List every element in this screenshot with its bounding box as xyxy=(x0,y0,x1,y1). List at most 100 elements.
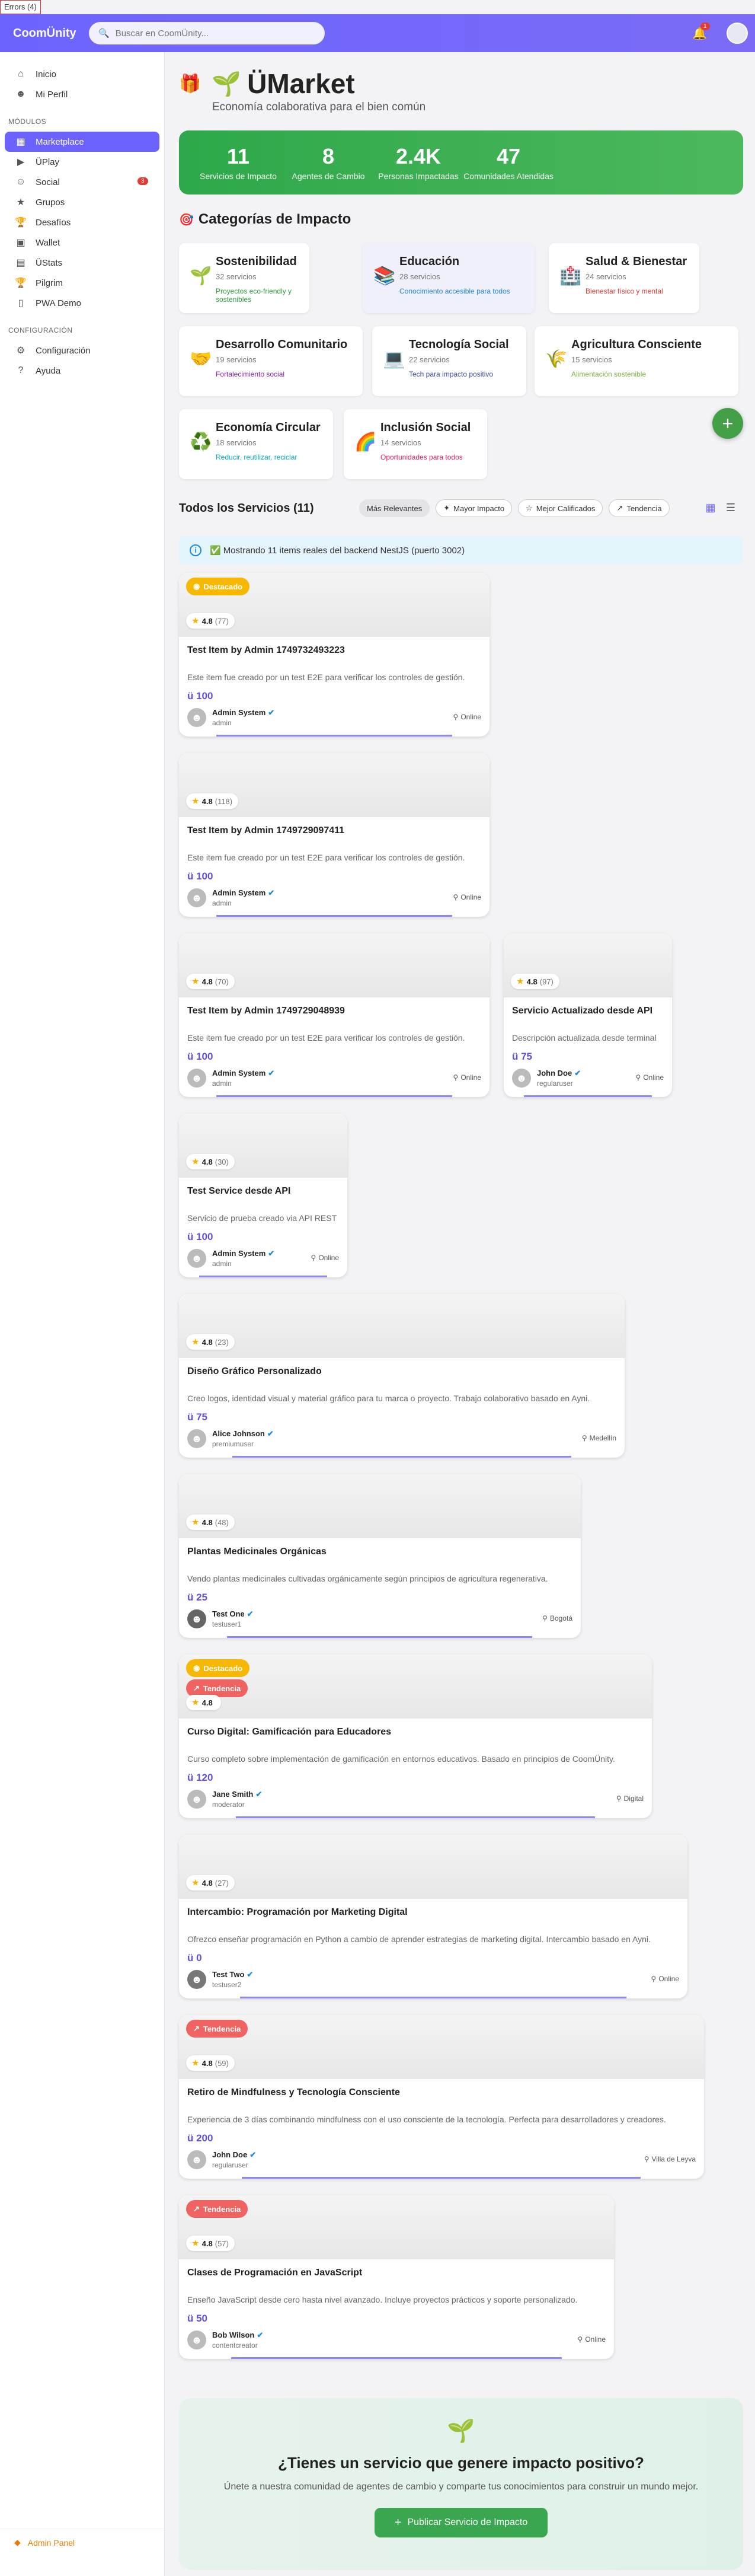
notifications-badge: 1 xyxy=(700,23,710,30)
star-icon: ★ xyxy=(192,1157,199,1166)
service-card[interactable]: ★ 4.8 (48) Plantas Medicinales Orgánicas Ven… xyxy=(179,1474,581,1638)
sidebar-item-grupos[interactable]: ★ Grupos xyxy=(0,192,164,212)
sidebar-item-wallet[interactable]: ▣ Wallet xyxy=(0,232,164,253)
sidebar-item-label: ÜStats xyxy=(36,257,63,268)
sidebar-item-desafios[interactable]: 🏆 Desafíos xyxy=(0,212,164,232)
sort-trend-button[interactable]: ↗ Tendencia xyxy=(609,499,670,517)
service-card[interactable]: ◉ Destacado ↗ Tendencia ★ 4.8 Curso Digital: G… xyxy=(179,1654,652,1818)
provider-avatar: ☻ xyxy=(187,1790,206,1809)
sidebar-item-social[interactable]: ☺ Social 3 xyxy=(0,172,164,192)
category-card[interactable]: 📚 Educación 28 servicios Conocimiento acces… xyxy=(363,243,535,313)
category-card[interactable]: 🏥 Salud & Bienestar 24 servicios Bienestar … xyxy=(549,243,699,313)
service-title[interactable]: Retiro de Mindfulness y Tecnología Consc… xyxy=(187,2087,400,2098)
rating-chip: ★ 4.8 (57) xyxy=(186,2236,235,2251)
sidebar-item-ustats[interactable]: ▤ ÜStats xyxy=(0,253,164,273)
sidebar-item-marketplace[interactable]: ▦ Marketplace xyxy=(5,132,159,152)
category-name: Economía Circular xyxy=(216,421,321,434)
verified-icon: ✔ xyxy=(268,708,275,717)
service-location: ⚲ Bogotá xyxy=(542,1614,572,1622)
service-card[interactable]: ★ 4.8 (70) Test Item by Admin 1749729048939… xyxy=(179,933,490,1097)
service-title[interactable]: Clases de Programación en JavaScript xyxy=(187,2268,362,2278)
errors-indicator[interactable]: Errors (4) xyxy=(0,0,41,14)
sort-label: Mayor Impacto xyxy=(453,503,505,513)
category-card[interactable]: 🌾 Agricultura Consciente 15 servicios Alime… xyxy=(535,326,738,396)
home-icon: ⌂ xyxy=(18,69,24,79)
service-card[interactable]: ◉ Destacado ★ 4.8 (77) Test Item by Admin 174… xyxy=(179,573,490,737)
sidebar-item-mi-perfil[interactable]: ☻ Mi Perfil xyxy=(0,84,164,104)
service-card[interactable]: ★ 4.8 (97) Servicio Actualizado desde API De… xyxy=(504,933,672,1097)
location-pin-icon: ⚲ xyxy=(542,1614,548,1622)
publish-service-button[interactable]: + Publicar Servicio de Impacto xyxy=(374,2508,548,2537)
provider-role: admin xyxy=(212,1260,232,1268)
location-label: Digital xyxy=(623,1794,644,1803)
service-card[interactable]: ★ 4.8 (30) Test Service desde API Servicio d… xyxy=(179,1114,347,1277)
category-card[interactable]: ♻️ Economía Circular 18 servicios Reducir, … xyxy=(179,409,333,479)
stat-label: Servicios de Impacto xyxy=(200,171,277,181)
service-title[interactable]: Test Item by Admin 1749729048939 xyxy=(187,1006,345,1016)
card-accent-bar xyxy=(216,735,452,737)
service-title[interactable]: Test Item by Admin 1749729097411 xyxy=(187,825,344,836)
service-card[interactable]: ★ 4.8 (23) Diseño Gráfico Personalizado Creo… xyxy=(179,1294,625,1458)
admin-panel-link[interactable]: ◆ Admin Panel xyxy=(0,2529,165,2556)
review-count: (77) xyxy=(215,616,229,626)
brand-logo[interactable]: CoomÜnity xyxy=(13,27,89,40)
service-title[interactable]: Plantas Medicinales Orgánicas xyxy=(187,1547,327,1557)
service-price: ü 100 xyxy=(187,871,213,882)
sidebar-item-pwa-demo[interactable]: ▯ PWA Demo xyxy=(0,293,164,313)
service-title[interactable]: Intercambio: Programación por Marketing … xyxy=(187,1907,408,1918)
category-card[interactable]: 🤝 Desarrollo Comunitario 19 servicios Forta… xyxy=(179,326,363,396)
provider-info[interactable]: ☻ Test One ✔ testuser1 xyxy=(187,1609,254,1628)
service-card[interactable]: ★ 4.8 (27) Intercambio: Programación por Ma… xyxy=(179,1835,687,1998)
sort-rated-button[interactable]: ☆ Mejor Calificados xyxy=(518,499,603,517)
service-title[interactable]: Curso Digital: Gamificación para Educado… xyxy=(187,1727,391,1737)
sidebar-item-uplay[interactable]: ▶ ÜPlay xyxy=(0,152,164,172)
provider-info[interactable]: ☻ Test Two ✔ testuser2 xyxy=(187,1970,253,1989)
provider-info[interactable]: ☻ Bob Wilson ✔ contentcreator xyxy=(187,2330,263,2349)
review-count: (30) xyxy=(215,1157,229,1166)
provider-info[interactable]: ☻ Alice Johnson ✔ premiumuser xyxy=(187,1429,274,1448)
service-title[interactable]: Test Item by Admin 1749732493223 xyxy=(187,645,345,656)
category-desc: Conocimiento accesible para todos xyxy=(399,287,510,295)
category-card[interactable]: 🌈 Inclusión Social 14 servicios Oportunidad… xyxy=(344,409,487,479)
provider-info[interactable]: ☻ Admin System ✔ admin xyxy=(187,888,274,907)
service-card[interactable]: ★ 4.8 (118) Test Item by Admin 174972909741… xyxy=(179,753,490,917)
service-card[interactable]: ↗ Tendencia ★ 4.8 (57) Clases de Programación… xyxy=(179,2195,614,2359)
sort-toolbar: Más Relevantes ✦ Mayor Impacto ☆ Mejor Cal… xyxy=(359,499,676,517)
provider-info[interactable]: ☻ John Doe ✔ regularuser xyxy=(512,1069,581,1088)
add-fab-button[interactable]: + xyxy=(712,408,743,439)
category-card[interactable]: 🌱 Sostenibilidad 32 servicios Proyectos eco… xyxy=(179,243,309,313)
provider-avatar: ☻ xyxy=(187,708,206,727)
sort-impact-button[interactable]: ✦ Mayor Impacto xyxy=(436,499,513,517)
service-card[interactable]: ↗ Tendencia ★ 4.8 (59) Retiro de Mindfulness … xyxy=(179,2015,704,2179)
verified-icon: ✔ xyxy=(249,2150,257,2159)
sidebar-item-pilgrim[interactable]: 🏆 Pilgrim xyxy=(0,273,164,293)
search-box[interactable]: 🔍 xyxy=(89,22,325,44)
verified-icon: ✔ xyxy=(257,2330,264,2339)
category-card[interactable]: 💻 Tecnología Social 22 servicios Tech para … xyxy=(372,326,526,396)
sort-relevant-button[interactable]: Más Relevantes xyxy=(359,499,430,517)
service-title[interactable]: Test Service desde API xyxy=(187,1186,290,1197)
notifications-bell-icon[interactable]: 🔔 1 xyxy=(692,23,710,40)
user-avatar[interactable] xyxy=(727,23,748,44)
location-pin-icon: ⚲ xyxy=(453,1073,459,1082)
search-input[interactable] xyxy=(115,28,305,39)
category-name: Desarrollo Comunitario xyxy=(216,338,348,351)
provider-info[interactable]: ☻ John Doe ✔ regularuser xyxy=(187,2150,256,2169)
provider-info[interactable]: ☻ Admin System ✔ admin xyxy=(187,1249,274,1268)
list-view-icon[interactable]: ☰ xyxy=(724,502,737,515)
service-price: ü 100 xyxy=(187,1231,213,1242)
plus-icon: + xyxy=(394,2516,402,2529)
service-title[interactable]: Servicio Actualizado desde API xyxy=(512,1006,652,1016)
service-price: ü 100 xyxy=(187,1051,213,1062)
service-title[interactable]: Diseño Gráfico Personalizado xyxy=(187,1366,322,1377)
provider-info[interactable]: ☻ Jane Smith ✔ moderator xyxy=(187,1790,262,1809)
card-accent-bar xyxy=(240,1997,626,1998)
provider-info[interactable]: ☻ Admin System ✔ admin xyxy=(187,1069,274,1088)
rating-value: 4.8 xyxy=(201,1157,213,1166)
sidebar-item-configuracion[interactable]: ⚙ Configuración xyxy=(0,340,164,361)
grid-view-icon[interactable]: ▦ xyxy=(704,502,717,515)
sidebar-item-ayuda[interactable]: ? Ayuda xyxy=(0,361,164,381)
sidebar-item-inicio[interactable]: ⌂ Inicio xyxy=(0,64,164,84)
provider-info[interactable]: ☻ Admin System ✔ admin xyxy=(187,708,274,727)
sidebar-item-label: Ayuda xyxy=(36,365,61,376)
